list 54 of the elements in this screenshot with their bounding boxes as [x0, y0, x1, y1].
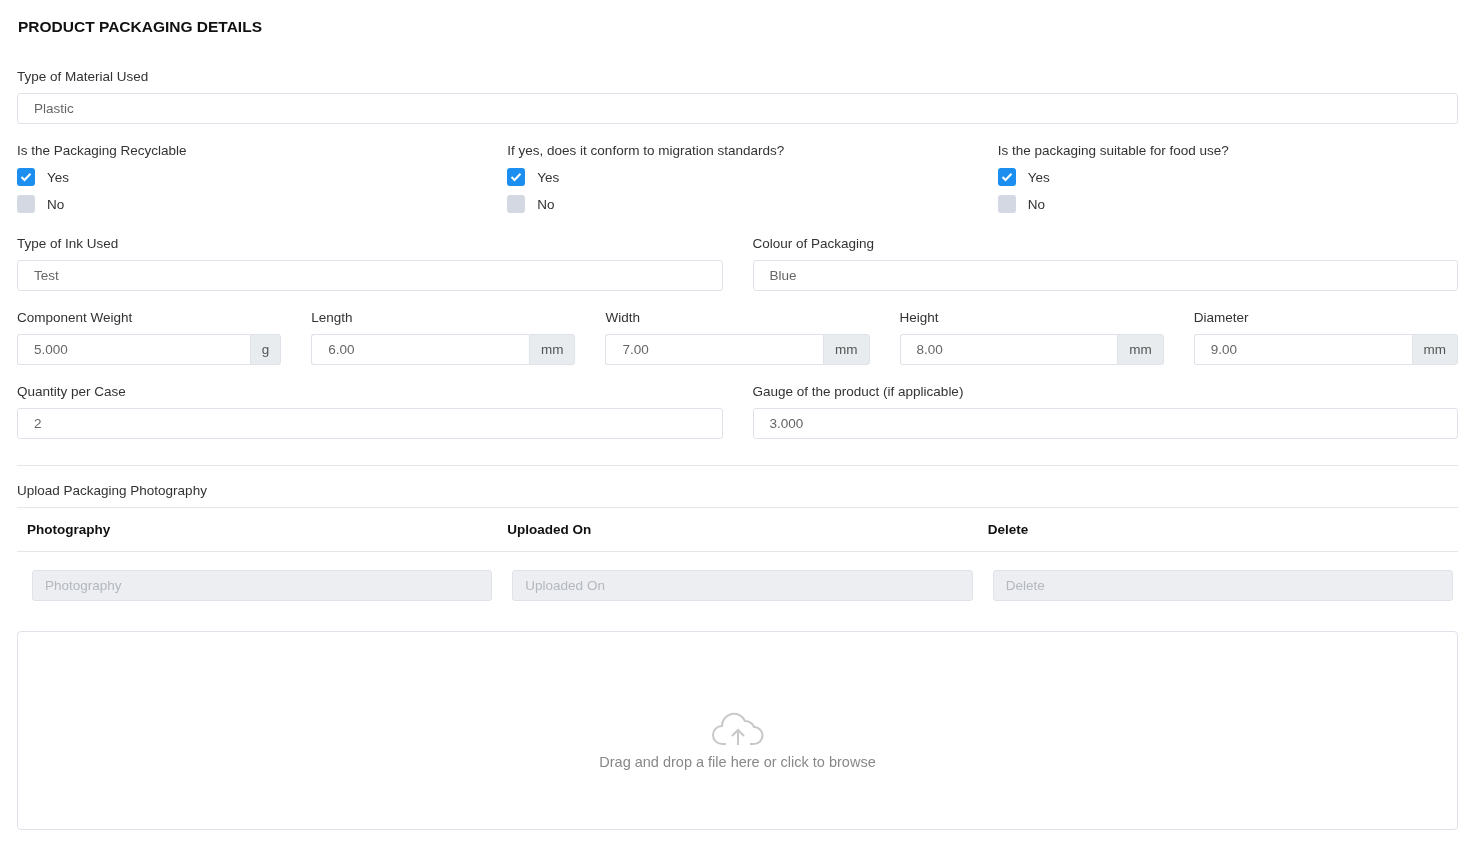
text-field[interactable]: Blue: [752, 260, 1458, 291]
field-label: Width: [605, 309, 641, 326]
text-field[interactable]: 8.00: [899, 334, 1118, 365]
checkbox[interactable]: [997, 168, 1016, 186]
disabled-field: Photography: [32, 570, 493, 601]
check-icon: [1000, 172, 1013, 182]
text-field[interactable]: 7.00: [605, 334, 824, 365]
disabled-field: Uploaded On: [512, 570, 973, 601]
option-label: No: [47, 196, 65, 212]
check-icon: [20, 172, 32, 182]
text-field[interactable]: 6.00: [311, 334, 529, 365]
dropzone-text: Drag and drop a file here or click to browse: [599, 753, 876, 770]
field-label: Gauge of the product (if applicable): [752, 383, 965, 400]
cloud-upload-icon: [711, 711, 764, 746]
upload-label: Upload Packaging Photography: [17, 482, 208, 500]
checkbox[interactable]: [507, 168, 526, 186]
option-label: No: [537, 196, 555, 212]
file-dropzone[interactable]: Drag and drop a file here or click to browse: [17, 631, 1458, 830]
option-label: Yes: [47, 169, 70, 185]
option-label: No: [1027, 196, 1045, 212]
checkbox[interactable]: [17, 168, 35, 186]
field-label: Component Weight: [17, 309, 134, 326]
field-label: Diameter: [1193, 309, 1250, 326]
checkbox[interactable]: [17, 195, 35, 213]
unit-label: g: [249, 334, 282, 365]
column-header: Delete: [986, 521, 1030, 539]
section-title: PRODUCT PACKAGING DETAILS: [18, 17, 263, 37]
option-label: Yes: [537, 169, 560, 185]
field-label: Height: [899, 309, 940, 326]
text-field[interactable]: 3.000: [752, 408, 1458, 439]
option-label: Yes: [1027, 169, 1050, 185]
disabled-field: Delete: [992, 570, 1453, 601]
check-icon: [510, 172, 523, 182]
text-field[interactable]: Plastic: [17, 93, 1458, 124]
checkbox[interactable]: [507, 195, 526, 213]
text-field[interactable]: 2: [17, 408, 723, 439]
field-label: Type of Ink Used: [17, 235, 120, 252]
field-label: Quantity per Case: [17, 383, 127, 400]
text-field[interactable]: 9.00: [1193, 334, 1412, 365]
text-field[interactable]: Test: [17, 260, 723, 291]
unit-label: mm: [1411, 334, 1458, 365]
checkbox[interactable]: [997, 195, 1016, 213]
unit-label: mm: [823, 334, 870, 365]
column-header: Uploaded On: [506, 521, 593, 539]
text-field[interactable]: 5.000: [17, 334, 250, 365]
question-label: Is the packaging suitable for food use?: [997, 142, 1230, 159]
question-label: Is the Packaging Recyclable: [17, 142, 188, 159]
field-label: Type of Material Used: [17, 68, 150, 85]
question-label: If yes, does it conform to migration standards?: [507, 142, 786, 159]
field-label: Colour of Packaging: [752, 235, 876, 252]
field-label: Length: [311, 309, 354, 326]
unit-label: mm: [528, 334, 576, 365]
unit-label: mm: [1117, 334, 1164, 365]
column-header: Photography: [26, 521, 112, 539]
